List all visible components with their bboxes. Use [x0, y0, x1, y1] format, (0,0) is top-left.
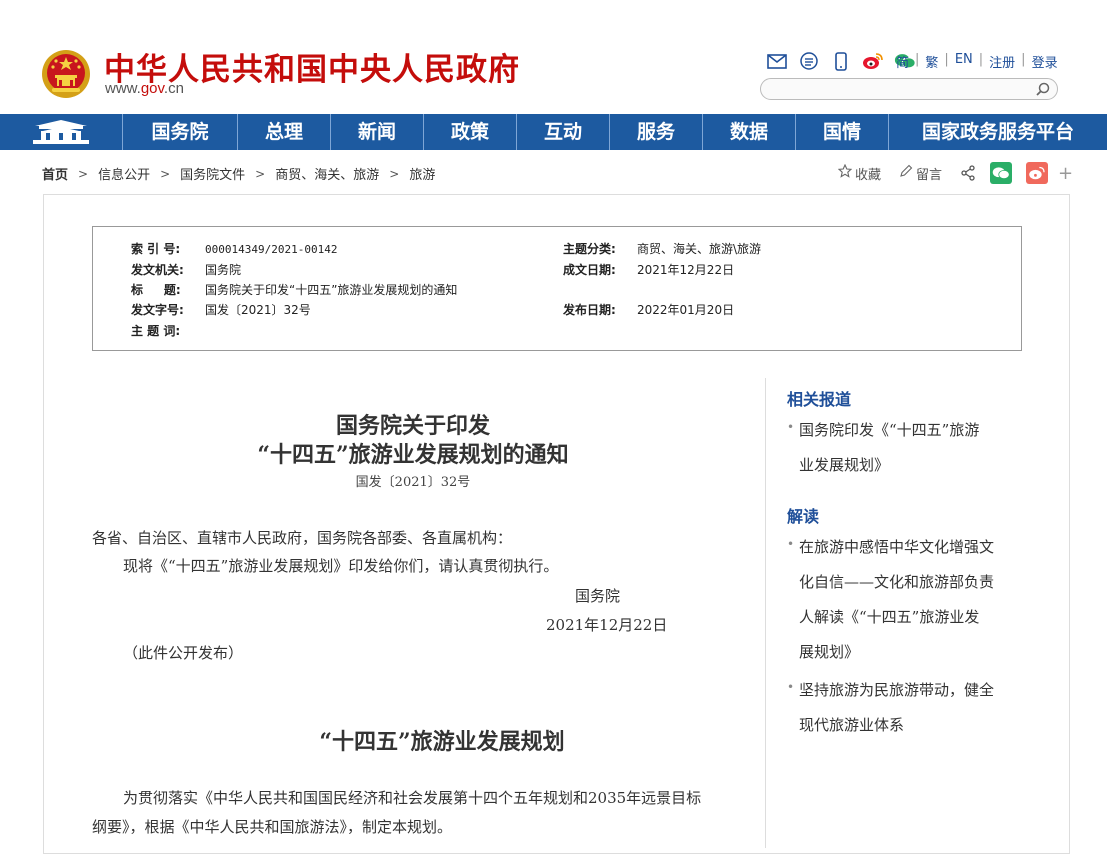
- top-links: 简 | 繁 | EN | 注册 | 登录: [896, 52, 1058, 71]
- favorite-button[interactable]: 收藏: [837, 163, 882, 183]
- nav-item-premier[interactable]: 总理: [237, 114, 330, 150]
- share-icon[interactable]: [960, 165, 976, 181]
- document-metadata-box: 索 引 号: 000014349/2021-00142 主题分类: 商贸、海关、旅游…: [92, 226, 1022, 351]
- weibo-share-icon[interactable]: [1026, 162, 1049, 184]
- home-gate-icon[interactable]: [0, 114, 122, 150]
- article-note: （此件公开发布）: [123, 644, 244, 662]
- chevron-right-icon: >: [78, 166, 89, 181]
- chevron-right-icon: >: [160, 166, 171, 181]
- simplified-link[interactable]: 简: [896, 52, 909, 71]
- breadcrumb-info-disclosure[interactable]: 信息公开: [98, 164, 150, 183]
- comment-label: 留言: [916, 167, 943, 183]
- breadcrumb-tourism[interactable]: 旅游: [409, 164, 435, 183]
- article-date: 2021年12月22日: [546, 616, 668, 634]
- meta-category: 主题分类: 商贸、海关、旅游\旅游: [563, 242, 762, 256]
- interpretation-heading: 解读: [787, 507, 820, 526]
- related-reports-heading: 相关报道: [787, 390, 852, 409]
- pencil-icon: [899, 164, 913, 182]
- nav-item-news[interactable]: 新闻: [330, 114, 423, 150]
- bullet-icon: •: [787, 420, 795, 434]
- search-box: [760, 78, 1058, 100]
- meta-written-date: 成文日期: 2021年12月22日: [563, 263, 735, 277]
- share-icons: [766, 50, 916, 72]
- chevron-right-icon: >: [389, 166, 400, 181]
- nav-item-state-council[interactable]: 国务院: [122, 114, 237, 150]
- article-title-line1: 国务院关于印发: [335, 413, 490, 439]
- mail-icon[interactable]: [766, 51, 788, 71]
- site-url[interactable]: www.gov.cn: [105, 80, 184, 97]
- plan-paragraph-line1: 为贯彻落实《中华人民共和国国民经济和社会发展第十四个五年规划和2035年远景目标: [123, 789, 702, 807]
- meta-doc-number: 发文字号: 国发〔2021〕32号: [131, 303, 311, 317]
- breadcrumb-state-council-docs[interactable]: 国务院文件: [180, 164, 245, 183]
- national-emblem: [40, 48, 92, 100]
- meta-keywords: 主 题 词:: [131, 324, 181, 338]
- nav-item-data[interactable]: 数据: [702, 114, 795, 150]
- article-doc-number: 国发〔2021〕32号: [355, 475, 471, 490]
- english-link[interactable]: EN: [955, 52, 973, 71]
- plus-icon[interactable]: +: [1058, 163, 1073, 184]
- wechat-share-icon[interactable]: [990, 162, 1013, 184]
- main-nav: 国务院 总理 新闻 政策 互动 服务 数据 国情 国家政务服务平台: [0, 114, 1107, 150]
- breadcrumb: 首页 > 信息公开 > 国务院文件 > 商贸、海关、旅游 > 旅游: [42, 164, 435, 184]
- nav-item-national-info[interactable]: 国情: [795, 114, 888, 150]
- bullet-icon: •: [787, 537, 795, 551]
- related-report-link[interactable]: • 国务院印发《“十四五”旅游 业发展规划》: [787, 413, 1012, 483]
- article-signature: 国务院: [575, 587, 621, 605]
- meta-title: 标 题: 国务院关于印发“十四五”旅游业发展规划的通知: [131, 283, 458, 297]
- favorite-label: 收藏: [855, 167, 882, 183]
- sidebar-divider: [765, 378, 766, 848]
- mobile-icon[interactable]: [830, 51, 852, 71]
- plan-title: “十四五”旅游业发展规划: [319, 729, 565, 755]
- plan-paragraph-line2: 纲要》，根据《中华人民共和国旅游法》，制定本规划。: [92, 818, 453, 836]
- interpretation-link[interactable]: • 在旅游中感悟中华文化增强文 化自信——文化和旅游部负责 人解读《“十四五”旅…: [787, 530, 1012, 670]
- article-title-line2: “十四五”旅游业发展规划的通知: [257, 442, 569, 468]
- nav-item-gov-service-platform[interactable]: 国家政务服务平台: [888, 114, 1107, 150]
- page-tools: 收藏 留言 +: [837, 162, 1073, 184]
- breadcrumb-trade-customs-tourism[interactable]: 商贸、海关、旅游: [275, 164, 379, 183]
- nav-item-interaction[interactable]: 互动: [516, 114, 609, 150]
- register-link[interactable]: 注册: [989, 52, 1015, 71]
- traditional-link[interactable]: 繁: [925, 52, 938, 71]
- nav-item-service[interactable]: 服务: [609, 114, 702, 150]
- weibo-icon[interactable]: [862, 51, 884, 71]
- chevron-right-icon: >: [255, 166, 266, 181]
- article-salutation: 各省、自治区、直辖市人民政府，国务院各部委、各直属机构：: [92, 529, 513, 547]
- search-input[interactable]: [771, 80, 1035, 100]
- meta-issuer: 发文机关: 国务院: [131, 263, 242, 277]
- login-link[interactable]: 登录: [1032, 52, 1058, 71]
- search-icon[interactable]: [1035, 81, 1051, 97]
- nav-item-policy[interactable]: 政策: [423, 114, 516, 150]
- star-icon: [837, 163, 853, 182]
- interpretation-link[interactable]: • 坚持旅游为民旅游带动，健全 现代旅游业体系: [787, 673, 1012, 743]
- bullet-icon: •: [787, 680, 795, 694]
- meta-published-date: 发布日期: 2022年01月20日: [563, 303, 735, 317]
- comment-button[interactable]: 留言: [899, 164, 942, 183]
- meta-index: 索 引 号: 000014349/2021-00142: [131, 242, 338, 256]
- article-body: 现将《“十四五”旅游业发展规划》印发给你们，请认真贯彻执行。: [123, 557, 559, 575]
- message-icon[interactable]: [798, 51, 820, 71]
- breadcrumb-home[interactable]: 首页: [42, 164, 68, 183]
